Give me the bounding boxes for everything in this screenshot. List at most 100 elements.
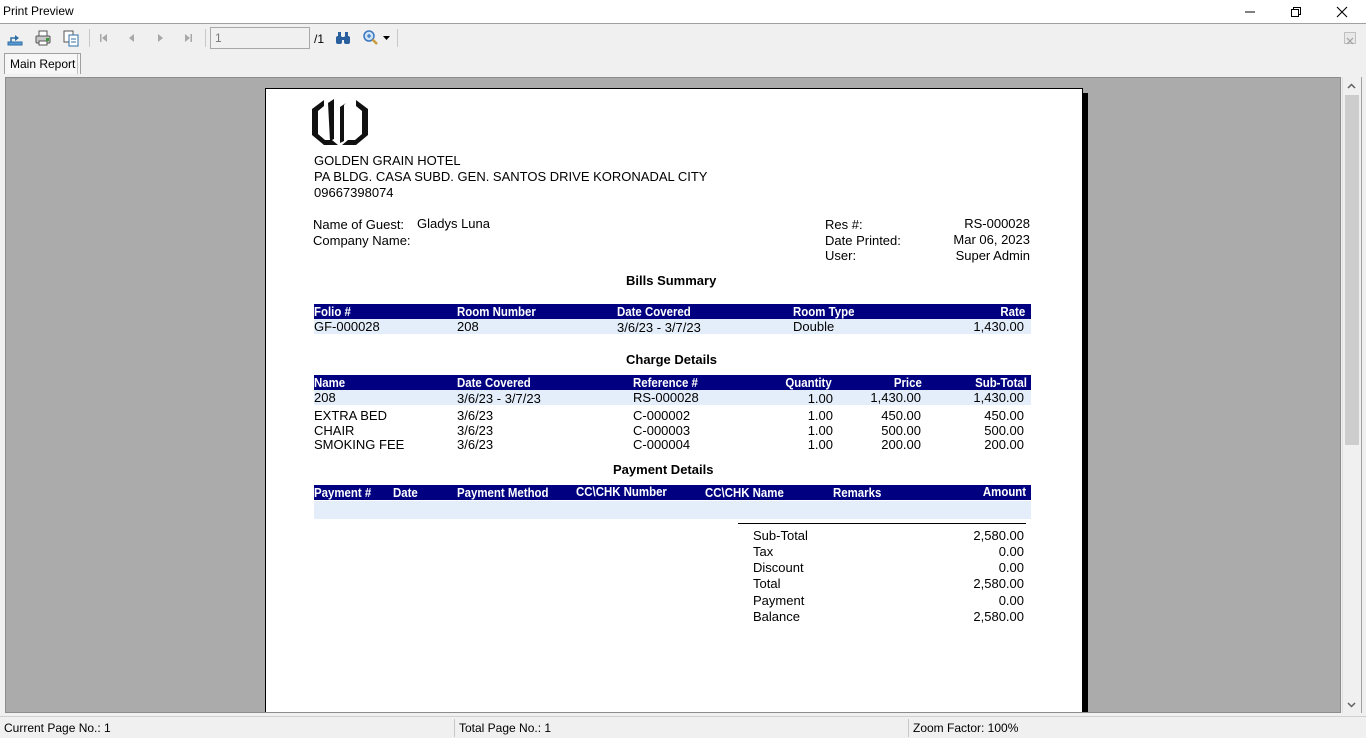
table-cell: EXTRA BED: [314, 408, 387, 423]
table-cell: C-000002: [633, 408, 691, 423]
table-cell: 3/6/23: [457, 408, 494, 423]
first-page-icon: [100, 34, 107, 42]
totals-value: 2,580.00: [973, 609, 1024, 624]
column-header: CC\CHK Number: [576, 484, 667, 499]
hotel-address: PA BLDG. CASA SUBD. GEN. SANTOS DRIVE KO…: [314, 169, 708, 184]
close-report-button[interactable]: [1344, 32, 1356, 45]
table-cell: 200.00: [881, 437, 921, 452]
bills-summary-title: Bills Summary: [626, 273, 717, 288]
column-header: Reference #: [633, 375, 698, 390]
date-printed-label: Date Printed:: [825, 233, 901, 248]
table-cell: 200.00: [984, 437, 1024, 452]
previous-page-button[interactable]: [122, 28, 142, 48]
table-cell: 1,430.00: [973, 390, 1024, 405]
zoom-factor-status: Zoom Factor: 100%: [913, 721, 1019, 735]
zoom-icon: [363, 30, 378, 45]
minimize-button[interactable]: [1227, 0, 1273, 23]
zoom-dropdown-button[interactable]: [361, 28, 391, 48]
table-cell: 208: [314, 390, 336, 405]
totals-label: Discount: [753, 560, 804, 575]
total-pages-label: /1: [314, 32, 325, 46]
table-cell: 450.00: [881, 408, 921, 423]
table-cell: 1.00: [807, 391, 833, 406]
table-cell: 1,430.00: [973, 319, 1024, 334]
window-edge: [1361, 77, 1366, 713]
current-page-status: Current Page No.: 1: [4, 721, 111, 735]
vertical-scrollbar[interactable]: [1342, 77, 1360, 713]
copy-icon: [63, 30, 79, 47]
close-icon: [1336, 6, 1348, 17]
column-header: Date: [393, 485, 418, 500]
date-printed-value: Mar 06, 2023: [953, 232, 1030, 247]
last-page-button[interactable]: [178, 28, 198, 48]
column-header: Room Number: [457, 304, 536, 319]
table-cell: C-000004: [633, 437, 691, 452]
close-button[interactable]: [1319, 0, 1365, 23]
prev-page-icon: [129, 34, 134, 42]
table-cell: 500.00: [984, 423, 1024, 438]
table-row: GF-000028 208 3/6/23 - 3/7/23 Double 1,4…: [314, 319, 1031, 335]
table-row: SMOKING FEE 3/6/23 C-000004 1.00 200.00 …: [314, 437, 1031, 452]
table-cell: 1.00: [807, 408, 833, 423]
totals-label: Balance: [753, 609, 800, 624]
user-label: User:: [825, 248, 857, 263]
totals-label: Tax: [753, 544, 774, 559]
copy-button[interactable]: [61, 28, 81, 48]
column-header: Date Covered: [617, 304, 691, 319]
scrollbar-thumb[interactable]: [1345, 95, 1359, 445]
totals-label: Total: [753, 576, 781, 591]
table-cell: 208: [457, 319, 479, 334]
column-header: Date Covered: [457, 375, 531, 390]
next-page-button[interactable]: [150, 28, 170, 48]
column-header: Sub-Total: [975, 375, 1027, 390]
scroll-up-button[interactable]: [1343, 77, 1360, 94]
table-cell: 1.00: [807, 437, 833, 452]
hotel-logo-icon: [312, 99, 368, 145]
title-bar: Print Preview: [0, 0, 1366, 23]
tab-main-report[interactable]: Main Report: [4, 53, 82, 74]
find-button[interactable]: [333, 28, 353, 48]
total-page-status: Total Page No.: 1: [459, 721, 552, 735]
page-number-input[interactable]: 1: [210, 27, 310, 49]
column-header: Folio #: [314, 304, 351, 319]
minimize-icon: [1245, 11, 1255, 12]
print-icon: [35, 30, 51, 46]
payment-details-header: Payment # Date Payment Method CC\CHK Num…: [314, 484, 1031, 500]
column-header: Remarks: [833, 485, 882, 500]
chevron-up-icon: [1347, 82, 1356, 89]
last-page-icon: [185, 34, 192, 42]
table-cell: 500.00: [881, 423, 921, 438]
totals-label: Payment: [753, 593, 805, 608]
table-cell: Double: [793, 319, 835, 334]
table-cell: 450.00: [984, 408, 1024, 423]
toolbar-separator: [205, 29, 206, 47]
table-cell: 3/6/23 - 3/7/23: [617, 320, 701, 335]
totals-value: 0.00: [998, 593, 1024, 608]
payment-details-title: Payment Details: [613, 462, 714, 477]
column-header: CC\CHK Name: [705, 485, 784, 500]
table-cell: RS-000028: [633, 390, 699, 405]
close-icon: [1346, 37, 1354, 45]
company-name-label: Company Name:: [313, 233, 411, 248]
report-viewer: GOLDEN GRAIN HOTEL PA BLDG. CASA SUBD. G…: [5, 77, 1341, 713]
first-page-button[interactable]: [94, 28, 114, 48]
table-cell: 3/6/23: [457, 437, 494, 452]
table-cell: C-000003: [633, 423, 691, 438]
table-cell: 3/6/23 - 3/7/23: [457, 391, 541, 406]
table-cell: GF-000028: [314, 319, 380, 334]
res-label: Res #:: [825, 217, 863, 232]
restore-button[interactable]: [1273, 0, 1319, 23]
hotel-phone: 09667398074: [314, 185, 394, 200]
totals-value: 2,580.00: [973, 576, 1024, 591]
guest-name-value: Gladys Luna: [417, 216, 490, 231]
column-header: Name: [314, 375, 346, 390]
print-button[interactable]: [33, 28, 53, 48]
column-header: Room Type: [793, 304, 855, 319]
column-header: Price: [894, 375, 922, 390]
print-preview-window: Print Preview 1 /1 Main Report GOLDEN GR…: [0, 0, 1366, 738]
column-header: Payment #: [314, 485, 372, 500]
table-row: EXTRA BED 3/6/23 C-000002 1.00 450.00 45…: [314, 408, 1031, 423]
scroll-down-button[interactable]: [1343, 696, 1360, 713]
charge-details-title: Charge Details: [626, 352, 718, 367]
export-button[interactable]: [5, 28, 25, 48]
